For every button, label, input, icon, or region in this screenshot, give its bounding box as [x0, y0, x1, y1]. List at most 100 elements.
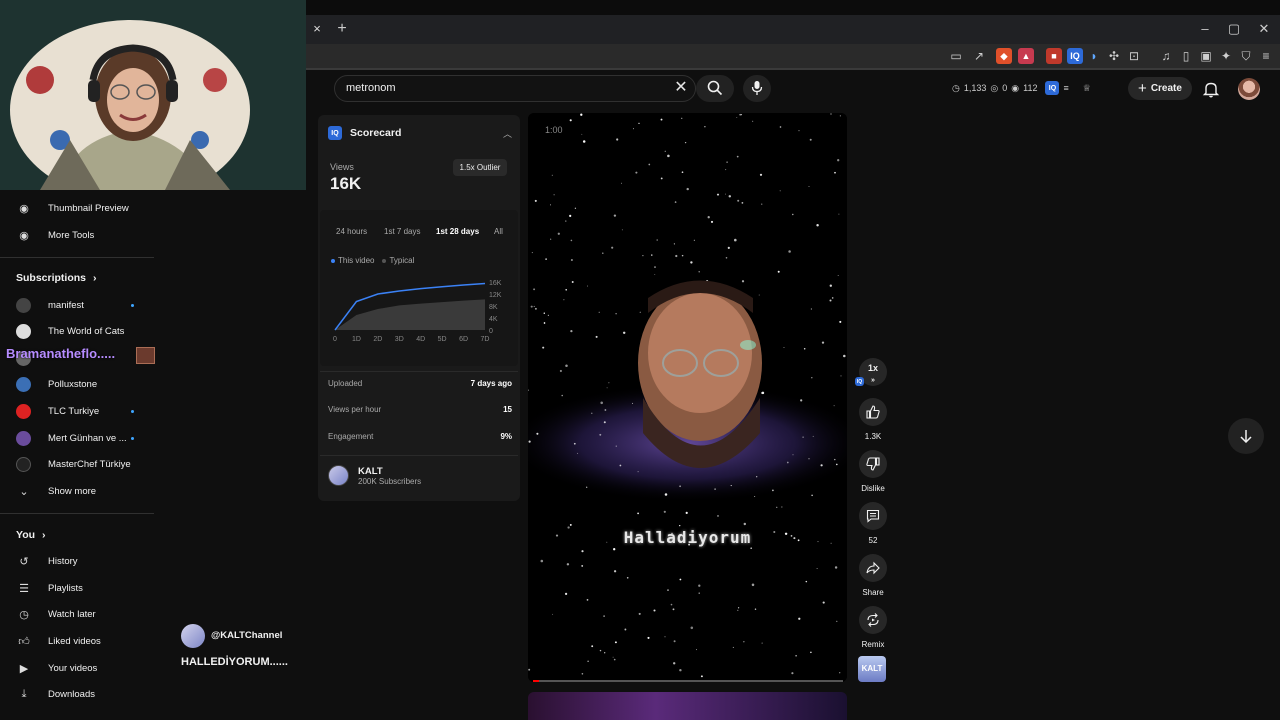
account-avatar[interactable] [1238, 78, 1260, 100]
window-maximize-button[interactable]: ▢ [1224, 20, 1244, 38]
star [653, 609, 656, 612]
share-page-icon[interactable]: ↗ [971, 48, 987, 64]
browser-active-tab[interactable] [306, 15, 1280, 44]
window-minimize-button[interactable]: – [1195, 20, 1215, 38]
star [792, 454, 794, 456]
sidebar-item-playlists[interactable]: ☰ Playlists [16, 578, 156, 598]
share-button[interactable] [859, 554, 887, 582]
scorecard-channel[interactable]: KALT 200K Subscribers [328, 465, 421, 486]
star [582, 140, 586, 143]
audio-extension-icon[interactable]: ◗ [1086, 48, 1102, 64]
sidebar-item-watch-later[interactable]: ◷ Watch later [16, 604, 156, 624]
search-button[interactable] [696, 75, 734, 102]
like-button[interactable] [859, 398, 887, 426]
sidebar-sub-world-of-cats[interactable]: The World of Cats [16, 321, 156, 341]
vidiq-badge-icon: IQ [855, 377, 864, 386]
star [728, 195, 732, 198]
sidebar-item-liked-videos[interactable]: 👍︎ Liked videos [16, 631, 156, 651]
trophy-icon[interactable]: ♕ [1083, 83, 1091, 94]
star [684, 141, 687, 144]
star [837, 159, 840, 162]
video-progress-bar[interactable] [533, 680, 843, 682]
star [673, 640, 676, 643]
star [581, 564, 584, 567]
star [707, 216, 710, 219]
sidebar-item-more-tools[interactable]: ◉ More Tools [16, 225, 156, 245]
star [834, 458, 836, 461]
star [736, 155, 739, 158]
voice-search-button[interactable] [743, 75, 771, 102]
brave-shield-icon[interactable]: ◆ [996, 48, 1012, 64]
star [673, 662, 676, 665]
star [809, 138, 812, 141]
music-icon[interactable]: ♫ [1158, 48, 1174, 64]
browser-menu-icon[interactable]: ≡ [1258, 48, 1274, 64]
wallet-icon[interactable]: ▣ [1198, 48, 1214, 64]
star [638, 122, 640, 125]
channel-avatar [16, 376, 31, 392]
translate-icon[interactable]: ⊡ [1126, 48, 1142, 64]
leo-ai-icon[interactable]: ✦ [1218, 48, 1234, 64]
channel-handle[interactable]: @KALTChannel [211, 630, 282, 641]
star [570, 258, 573, 262]
comments-button[interactable] [859, 502, 887, 530]
sidebar-toggle-icon[interactable]: ▯ [1178, 48, 1194, 64]
tab-all[interactable]: All [494, 225, 503, 239]
you-heading[interactable]: You › [16, 529, 45, 541]
star [569, 119, 572, 122]
show-more-button[interactable]: ⌄ Show more [16, 481, 156, 501]
sidebar-sub-tlc[interactable]: TLC Turkiye [16, 401, 156, 421]
vidiq-extension-icon[interactable]: IQ [1067, 48, 1083, 64]
sidebar-item-history[interactable]: ↺ History [16, 551, 156, 571]
vpn-shield-icon[interactable]: ⛉ [1238, 48, 1254, 64]
star [808, 186, 810, 187]
sidebar-item-label: manifest [48, 299, 84, 311]
x-tick-label: 1D [352, 336, 361, 343]
next-video-button[interactable] [1228, 418, 1264, 454]
star [752, 120, 754, 122]
audio-source-thumbnail[interactable]: KALT [858, 656, 886, 682]
sidebar-item-your-videos[interactable]: ▶ Your videos [16, 658, 156, 678]
create-button[interactable]: + Create [1128, 77, 1192, 100]
next-short-preview[interactable] [528, 692, 847, 720]
star [603, 421, 606, 424]
star [837, 275, 839, 276]
sidebar-sub-mert-gunhan[interactable]: Mert Günhan ve ... [16, 428, 156, 448]
tab-1st-28-days[interactable]: 1st 28 days [436, 225, 479, 239]
extensions-puzzle-icon[interactable]: ✣ [1106, 48, 1122, 64]
star [754, 495, 756, 497]
sidebar-sub-polluxstone[interactable]: Polluxstone [16, 374, 156, 394]
sidebar-sub-masterchef[interactable]: MasterChef Türkiye [16, 454, 156, 474]
clear-search-icon[interactable]: ✕ [672, 79, 690, 97]
star [743, 641, 745, 643]
star [624, 628, 627, 631]
new-content-dot [131, 409, 134, 413]
star [761, 391, 765, 395]
dislike-button[interactable] [859, 450, 887, 478]
star [681, 117, 683, 119]
star [810, 651, 812, 654]
list-icon[interactable]: ≡ [1063, 83, 1068, 93]
screen-cast-icon[interactable]: ▭ [948, 48, 964, 64]
brave-rewards-icon[interactable]: ▲ [1018, 48, 1034, 64]
notifications-bell-icon[interactable] [1202, 80, 1220, 98]
channel-avatar[interactable] [181, 624, 205, 648]
subscriptions-heading[interactable]: Subscriptions › [16, 272, 96, 284]
star [704, 126, 706, 128]
star [566, 563, 570, 566]
collapse-chevron-icon[interactable]: ︿ [503, 127, 512, 140]
new-tab-button[interactable]: + [333, 20, 351, 38]
sidebar-item-downloads[interactable]: ⤓ Downloads [16, 684, 156, 704]
tab-close-button[interactable]: × [308, 20, 326, 38]
sidebar-item-thumbnail-preview[interactable]: ◉ Thumbnail Preview [16, 198, 156, 218]
tab-24-hours[interactable]: 24 hours [336, 225, 367, 239]
star [570, 329, 573, 333]
remix-button[interactable] [859, 606, 887, 634]
vidiq-icon[interactable]: IQ [1045, 81, 1060, 95]
shorts-video-player[interactable] [528, 113, 847, 682]
sidebar-sub-manifest[interactable]: manifest [16, 295, 156, 315]
tab-1st-7-days[interactable]: 1st 7 days [384, 225, 420, 239]
extension-red-icon[interactable]: ■ [1046, 48, 1062, 64]
window-close-button[interactable]: ✕ [1254, 20, 1274, 38]
star [600, 401, 603, 405]
